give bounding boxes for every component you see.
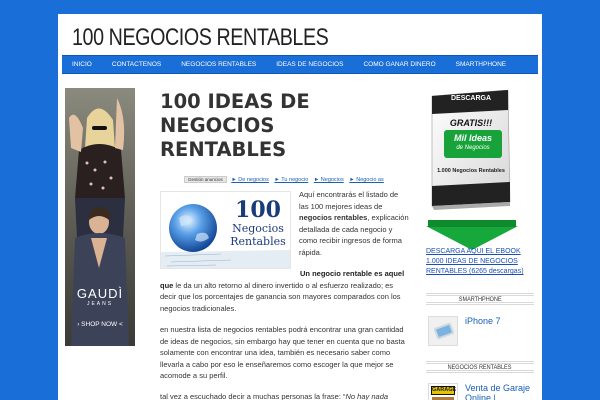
ad-banner-left[interactable]: GAUDÌ JEANS › SHOP NOW < bbox=[65, 88, 135, 346]
site-title[interactable]: 100 NEGOCIOS RENTABLES bbox=[72, 24, 329, 52]
nav-item-ideas-de-negocios[interactable]: IDEAS DE NEGOCIOS bbox=[266, 61, 353, 68]
image-number: 100 bbox=[235, 197, 281, 223]
widget-title-smarthphone: SMARTHPHONE bbox=[426, 293, 534, 305]
ebook-download-link[interactable]: DESCARGA AQUI EL EBOOK 1.000 IDEAS DE NE… bbox=[426, 247, 531, 277]
image-line1: Negocios bbox=[232, 222, 284, 235]
nav-item-smarthphone[interactable]: SMARTHPHONE bbox=[446, 61, 516, 68]
sidebar-entry-label[interactable]: iPhone 7 bbox=[465, 316, 501, 326]
ad-brand: GAUDÌ bbox=[76, 286, 124, 301]
ebook-badge: Mil Ideas de Negocios bbox=[444, 130, 502, 158]
garage-sign: GARAGE bbox=[431, 386, 457, 395]
widget-title-negocios-rentables: NEGOCIOS RENTABLES bbox=[426, 361, 534, 373]
ad-link[interactable]: ► De negocios bbox=[231, 177, 269, 183]
nav-item-negocios-rentables[interactable]: NEGOCIOS RENTABLES bbox=[171, 61, 266, 68]
widget-title-text: NEGOCIOS RENTABLES bbox=[448, 364, 512, 371]
ebook-line1: DESCARGA bbox=[450, 95, 492, 102]
nav-item-como-ganar-dinero[interactable]: COMO GANAR DINERO bbox=[353, 61, 445, 68]
page-container: 100 NEGOCIOS RENTABLES INICIO CONTACTENO… bbox=[58, 14, 542, 400]
sidebar-entry-venta-garaje[interactable]: GARAGE Venta de Garaje Online | bbox=[426, 381, 536, 400]
ad-links-bar: Gestión anuncios ► De negocios ► Tu nego… bbox=[184, 176, 388, 183]
ad-link[interactable]: ► Negocio as bbox=[349, 177, 384, 183]
sidebar-entry-label[interactable]: Venta de Garaje Online | bbox=[465, 383, 535, 400]
phone-icon bbox=[429, 317, 457, 345]
ad-link[interactable]: ► Negocios bbox=[314, 177, 344, 183]
ebook-line2: GRATIS!!! bbox=[449, 118, 493, 128]
post-paragraph-2: Un negocio rentable es aquel que le da u… bbox=[160, 268, 410, 314]
image-caption: 100 Negocios Rentables bbox=[227, 198, 289, 248]
ad-brand-sub: JEANS bbox=[86, 301, 114, 307]
post-title: 100 IDEAS DE NEGOCIOS RENTABLES bbox=[160, 90, 310, 161]
ebook-line5: 1.000 Negocios Rentables bbox=[437, 168, 505, 174]
ebook-promo[interactable]: DESCARGA GRATIS!!! Mil Ideas de Negocios… bbox=[426, 90, 518, 250]
ad-shop-now[interactable]: › SHOP NOW < bbox=[65, 321, 135, 328]
ad-brand-block: GAUDÌ JEANS › SHOP NOW < bbox=[65, 286, 135, 328]
nav-item-contactenos[interactable]: CONTACTENOS bbox=[102, 61, 171, 68]
nav-item-inicio[interactable]: INICIO bbox=[62, 61, 102, 68]
post-paragraph-4: tal vez a escuchado decir a muchas perso… bbox=[160, 391, 410, 400]
post-paragraph-3: en nuestra lista de negocios rentables p… bbox=[160, 325, 405, 381]
post-intro: Aquí encontrarás el listado de las 100 m… bbox=[299, 189, 409, 259]
sidebar-entry-iphone[interactable]: iPhone 7 bbox=[426, 314, 536, 348]
ebook-line4: de Negocios bbox=[456, 145, 490, 151]
iphone-thumbnail bbox=[428, 316, 458, 346]
post-featured-image: 100 Negocios Rentables bbox=[160, 191, 291, 269]
intro-bold: negocios rentables bbox=[299, 213, 368, 223]
intro-text: Aquí encontrarás el listado de las 100 m… bbox=[299, 190, 399, 211]
p4-italic: No hay nada bbox=[345, 392, 389, 400]
widget-title-text: SMARTHPHONE bbox=[458, 296, 502, 303]
ad-link[interactable]: ► Tu negocio bbox=[274, 177, 308, 183]
garage-thumbnail: GARAGE bbox=[428, 383, 458, 400]
main-nav: INICIO CONTACTENOS NEGOCIOS RENTABLES ID… bbox=[62, 55, 538, 74]
p2-text: le da un alto retorno al dinero invertid… bbox=[160, 280, 401, 313]
image-line2: Rentables bbox=[230, 235, 286, 248]
p4-text: tal vez a escuchado decir a muchas perso… bbox=[160, 392, 346, 400]
ebook-line3: Mil Ideas bbox=[453, 133, 492, 143]
ad-management-button[interactable]: Gestión anuncios bbox=[184, 176, 227, 183]
